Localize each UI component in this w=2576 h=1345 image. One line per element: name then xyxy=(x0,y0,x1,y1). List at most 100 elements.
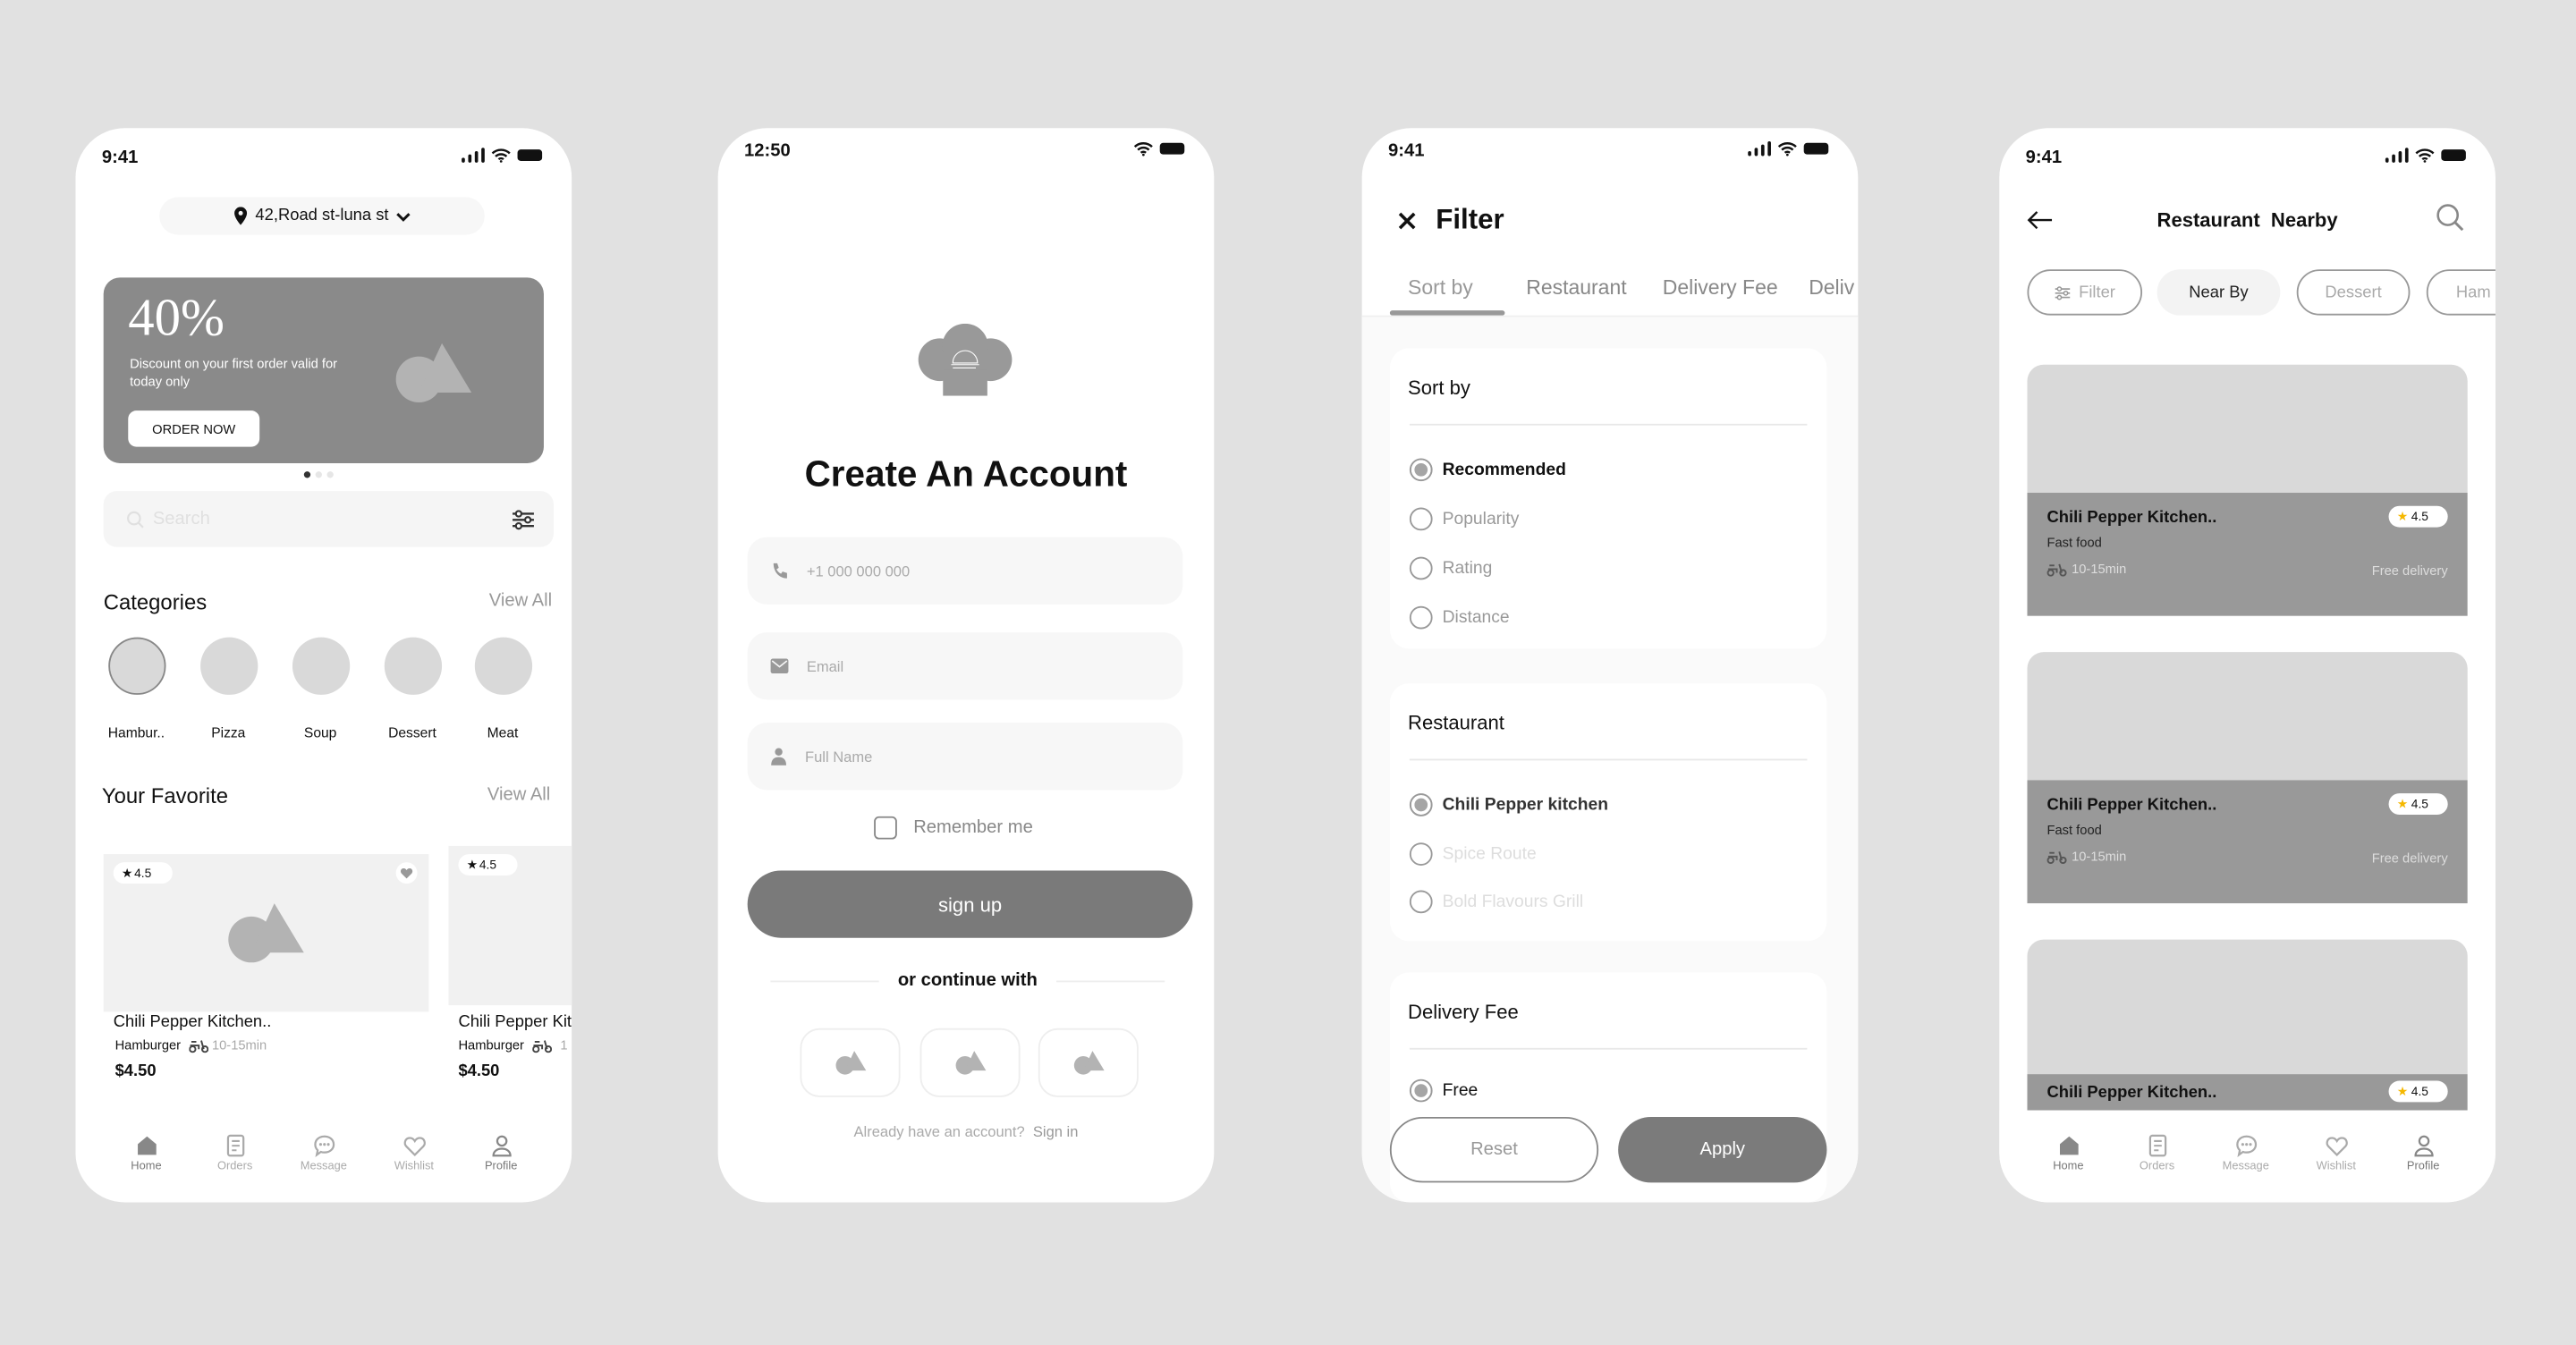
delivery-time: 10-15min xyxy=(211,1037,267,1053)
nav-orders[interactable]: Orders xyxy=(199,1133,271,1172)
social-login-button[interactable] xyxy=(1038,1028,1139,1097)
category-label: Meat xyxy=(487,723,519,741)
radio-spice-route[interactable]: Spice Route xyxy=(1409,842,1537,866)
category-item[interactable]: Dessert xyxy=(371,637,453,740)
location-pin-icon xyxy=(234,207,248,225)
chip-dessert[interactable]: Dessert xyxy=(2296,269,2411,316)
chip-hamburger[interactable]: Ham xyxy=(2426,269,2496,316)
nav-label: Home xyxy=(131,1161,162,1173)
radio-button[interactable] xyxy=(1409,1079,1433,1103)
chip-near-by[interactable]: Near By xyxy=(2157,269,2281,316)
radio-distance[interactable]: Distance xyxy=(1409,605,1510,630)
email-field[interactable]: Email xyxy=(747,632,1183,700)
radio-button[interactable] xyxy=(1409,842,1433,866)
radio-chili-pepper-kitchen[interactable]: Chili Pepper kitchen xyxy=(1409,793,1608,816)
favorite-heart-button[interactable] xyxy=(395,862,418,884)
filter-sliders-icon[interactable] xyxy=(511,508,536,529)
or-continue-label: or continue with xyxy=(897,970,1038,991)
option-label: Recommended xyxy=(1442,460,1566,480)
social-logo-icon xyxy=(1072,1050,1105,1076)
nav-wishlist[interactable]: Wishlist xyxy=(377,1133,450,1172)
nav-orders[interactable]: Orders xyxy=(2121,1133,2193,1172)
favorite-card-image[interactable]: ★ 4.5 xyxy=(448,845,572,1006)
restaurant-card[interactable]: Chili Pepper Kitchen.. Fast food 10-15mi… xyxy=(2027,652,2468,904)
location-selector[interactable]: 42,Road st-luna st xyxy=(159,197,485,235)
nav-home[interactable]: Home xyxy=(110,1133,182,1172)
phone-field[interactable]: +1 000 000 000 xyxy=(747,537,1183,605)
radio-button[interactable] xyxy=(1409,890,1433,914)
category-item[interactable]: Meat xyxy=(462,637,544,741)
tab-delivery-fee[interactable]: Delivery Fee xyxy=(1663,276,1778,300)
radio-button[interactable] xyxy=(1409,556,1433,580)
chip-label: Dessert xyxy=(2325,283,2382,302)
restaurant-card[interactable]: Chili Pepper Kitchen.. Fast food 10-15mi… xyxy=(2027,364,2468,616)
order-now-button[interactable]: ORDER NOW xyxy=(128,410,260,447)
already-have-account-text: Already have an account? xyxy=(853,1123,1025,1140)
categories-view-all-link[interactable]: View All xyxy=(489,591,552,611)
radio-button[interactable] xyxy=(1409,458,1433,482)
nav-label: Message xyxy=(2222,1161,2269,1173)
restaurant-card[interactable]: Chili Pepper Kitchen.. ★ 4.5 xyxy=(2027,939,2468,1111)
category-image xyxy=(383,637,442,695)
nav-label: Message xyxy=(300,1161,347,1173)
social-login-button[interactable] xyxy=(800,1028,901,1097)
tab-restaurant[interactable]: Restaurant xyxy=(1526,276,1626,300)
tab-delivery[interactable]: Deliv xyxy=(1809,276,1854,300)
radio-bold-flavours-grill[interactable]: Bold Flavours Grill xyxy=(1409,890,1584,914)
scooter-icon xyxy=(532,1038,552,1053)
category-item[interactable]: Hambur.. xyxy=(96,637,178,740)
signal-icon xyxy=(2384,148,2409,163)
option-label: Rating xyxy=(1442,558,1493,579)
option-label: Bold Flavours Grill xyxy=(1442,892,1584,912)
sign-in-link[interactable]: Sign in xyxy=(1033,1123,1079,1139)
favorite-card-image[interactable]: ★ 4.5 xyxy=(103,854,429,1012)
search-input[interactable]: Search xyxy=(103,491,554,547)
nav-home[interactable]: Home xyxy=(2032,1133,2105,1172)
radio-rating[interactable]: Rating xyxy=(1409,556,1493,580)
promo-banner[interactable]: 40% Discount on your first order valid f… xyxy=(103,277,544,463)
star-icon: ★ xyxy=(2396,509,2409,524)
restaurant-info: Chili Pepper Kitchen.. Fast food 10-15mi… xyxy=(2027,493,2468,616)
battery-icon xyxy=(1159,142,1185,155)
chip-label: Near By xyxy=(2189,283,2249,302)
chef-hat-logo xyxy=(918,323,1013,396)
nav-wishlist[interactable]: Wishlist xyxy=(2300,1133,2372,1172)
nav-message[interactable]: Message xyxy=(2209,1133,2282,1172)
promo-text: Discount on your first order valid for t… xyxy=(130,356,338,390)
sign-up-button[interactable]: sign up xyxy=(747,870,1193,938)
chevron-down-icon xyxy=(395,212,410,221)
sort-by-section: Sort by Recommended Popularity Rating Di… xyxy=(1389,348,1827,649)
category-label: Soup xyxy=(303,723,337,741)
apply-button[interactable]: Apply xyxy=(1618,1116,1827,1183)
radio-popularity[interactable]: Popularity xyxy=(1409,507,1519,531)
search-icon[interactable] xyxy=(2436,204,2464,232)
remember-me-checkbox[interactable]: Remember me xyxy=(874,816,1033,840)
radio-free[interactable]: Free xyxy=(1409,1079,1478,1103)
radio-button[interactable] xyxy=(1409,605,1433,630)
tab-sort-by[interactable]: Sort by xyxy=(1408,276,1473,300)
chip-filter[interactable]: Filter xyxy=(2027,269,2143,316)
search-placeholder: Search xyxy=(152,509,210,529)
favorite-price: $4.50 xyxy=(114,1062,157,1081)
carousel-dots[interactable] xyxy=(303,471,334,478)
wifi-icon xyxy=(2415,148,2435,163)
nav-profile[interactable]: Profile xyxy=(2387,1133,2460,1172)
nav-message[interactable]: Message xyxy=(287,1133,360,1172)
star-icon: ★ xyxy=(2396,796,2409,812)
header: Restaurant Nearby xyxy=(1999,204,2496,237)
close-icon[interactable] xyxy=(1398,211,1416,229)
checkbox-box[interactable] xyxy=(874,816,897,840)
social-login-button[interactable] xyxy=(919,1028,1021,1097)
category-item[interactable]: Pizza xyxy=(187,637,269,740)
category-item[interactable]: Soup xyxy=(279,637,361,741)
favorites-view-all-link[interactable]: View All xyxy=(487,785,550,805)
nav-profile[interactable]: Profile xyxy=(465,1133,538,1172)
radio-button[interactable] xyxy=(1409,793,1433,816)
radio-recommended[interactable]: Recommended xyxy=(1409,458,1566,482)
reset-button[interactable]: Reset xyxy=(1389,1116,1599,1183)
radio-button[interactable] xyxy=(1409,507,1433,531)
rating-value: 4.5 xyxy=(2411,509,2428,524)
active-tab-indicator xyxy=(1389,310,1505,316)
signal-icon xyxy=(1747,140,1771,156)
full-name-field[interactable]: Full Name xyxy=(747,723,1183,791)
